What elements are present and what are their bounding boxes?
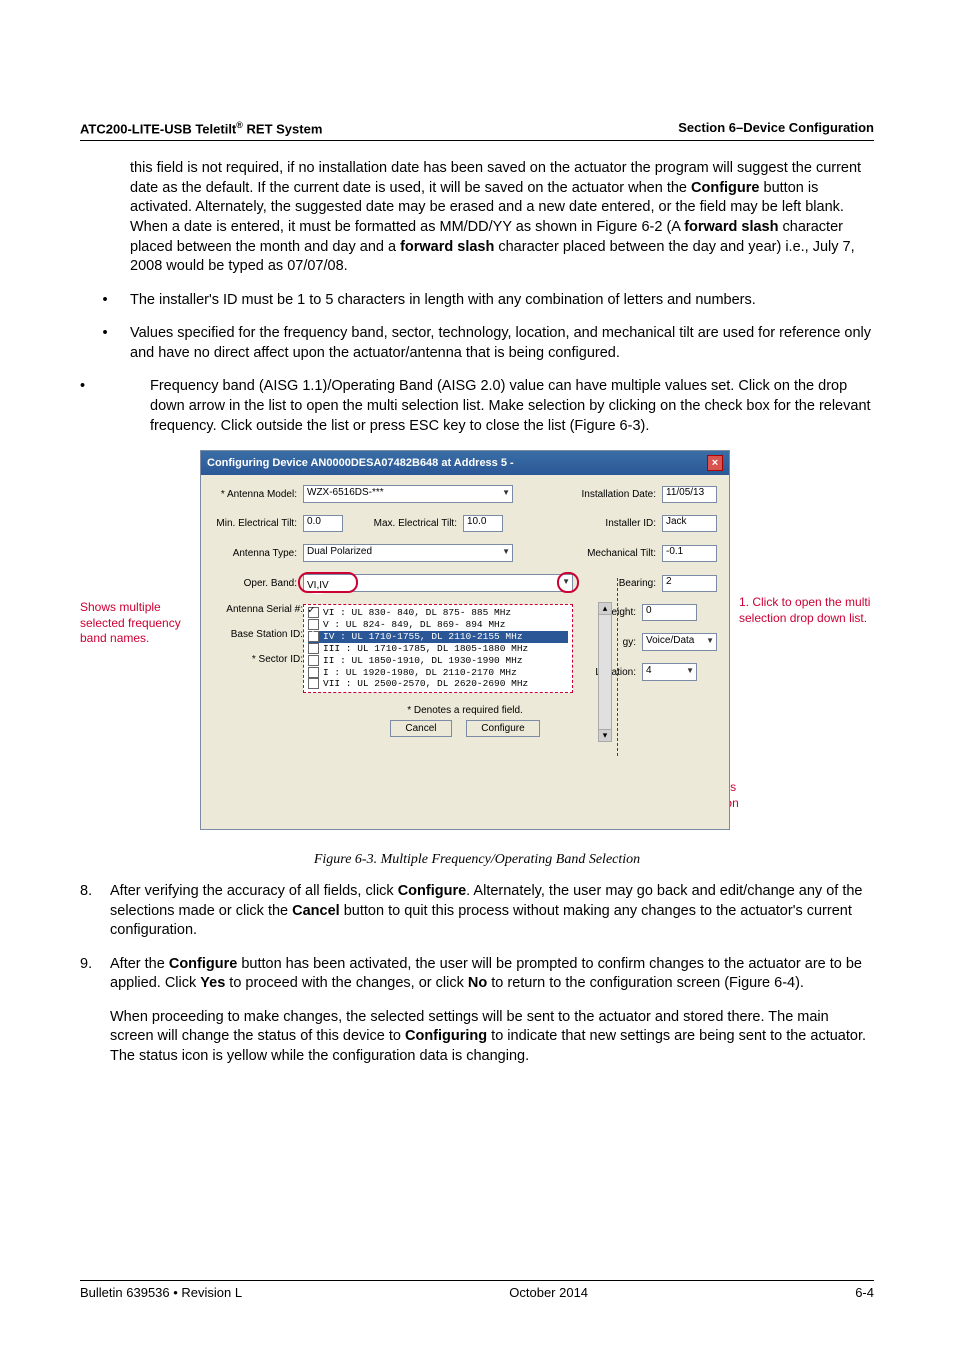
installer-id-input[interactable]: Jack bbox=[662, 515, 717, 532]
freq-checkbox[interactable] bbox=[308, 667, 319, 678]
footer-right: 6-4 bbox=[855, 1285, 874, 1300]
bullet-installer-id: • The installer's ID must be 1 to 5 char… bbox=[80, 291, 874, 311]
antenna-model-select[interactable]: WZX-6516DS-*** bbox=[303, 485, 513, 503]
annotation-click-to-open: 1. Click to open the multi selection dro… bbox=[739, 595, 874, 626]
scrollbar[interactable] bbox=[598, 602, 612, 742]
configure-button[interactable]: Configure bbox=[466, 720, 539, 737]
freq-option-label: VII : UL 2500-2570, DL 2620-2690 MHz bbox=[323, 678, 528, 689]
label-install-date: Installation Date: bbox=[577, 489, 662, 500]
label-base-station: Base Station ID: bbox=[213, 629, 303, 640]
cancel-button[interactable]: Cancel bbox=[390, 720, 451, 737]
freq-checkbox[interactable] bbox=[308, 607, 319, 618]
freq-option-label: IV : UL 1710-1755, DL 2110-2155 MHz bbox=[323, 631, 523, 642]
label-min-tilt: Min. Electrical Tilt: bbox=[213, 518, 303, 529]
header-left: ATC200-LITE-USB Teletilt® RET System bbox=[80, 120, 322, 136]
header-right: Section 6–Device Configuration bbox=[678, 120, 874, 136]
label-gy: gy: bbox=[582, 637, 642, 648]
highlight-oper-band-value bbox=[298, 572, 358, 593]
label-installer-id: Installer ID: bbox=[577, 518, 662, 529]
bullet-reference-values: • Values specified for the frequency ban… bbox=[80, 324, 874, 363]
label-antenna-model: * Antenna Model: bbox=[213, 489, 303, 500]
bearing-input[interactable]: 2 bbox=[662, 575, 717, 592]
freq-option-label: I : UL 1920-1980, DL 2110-2170 MHz bbox=[323, 667, 517, 678]
footer-rule bbox=[80, 1280, 874, 1281]
label-antenna-serial: Antenna Serial #: bbox=[213, 604, 303, 615]
install-date-input[interactable]: 11/05/13 bbox=[662, 486, 717, 503]
label-sector-id: * Sector ID: bbox=[213, 654, 303, 665]
label-antenna-type: Antenna Type: bbox=[213, 548, 303, 559]
figure-6-3: Shows multiple selected frequency band n… bbox=[80, 450, 874, 860]
height-input[interactable]: 0 bbox=[642, 604, 697, 621]
config-dialog: Configuring Device AN0000DESA07482B648 a… bbox=[200, 450, 730, 830]
label-mech-tilt: Mechanical Tilt: bbox=[577, 548, 662, 559]
freq-option[interactable]: II : UL 1850-1910, DL 1930-1990 MHz bbox=[308, 655, 568, 667]
annotation-shows-multiple: Shows multiple selected frequency band n… bbox=[80, 600, 205, 647]
label-location: Location: bbox=[582, 667, 642, 678]
freq-checkbox[interactable] bbox=[308, 631, 319, 642]
required-field-note: * Denotes a required field. bbox=[213, 705, 717, 716]
freq-option-label: III : UL 1710-1785, DL 1805-1880 MHz bbox=[323, 643, 528, 654]
footer-left: Bulletin 639536 • Revision L bbox=[80, 1285, 242, 1300]
gy-select[interactable]: Voice/Data bbox=[642, 633, 717, 651]
footer-center: October 2014 bbox=[509, 1285, 588, 1300]
freq-checkbox[interactable] bbox=[308, 643, 319, 654]
min-tilt-input[interactable]: 0.0 bbox=[303, 515, 343, 532]
highlight-oper-band-arrow bbox=[557, 572, 579, 593]
close-icon[interactable]: × bbox=[707, 455, 723, 471]
frequency-list[interactable]: VI : UL 830- 840, DL 875- 885 MHzV : UL … bbox=[303, 604, 573, 693]
freq-option[interactable]: I : UL 1920-1980, DL 2110-2170 MHz bbox=[308, 667, 568, 679]
freq-option[interactable]: VI : UL 830- 840, DL 875- 885 MHz bbox=[308, 607, 568, 619]
paragraph-continuation: this field is not required, if no instal… bbox=[130, 159, 874, 276]
freq-checkbox[interactable] bbox=[308, 655, 319, 666]
freq-option-label: V : UL 824- 849, DL 869- 894 MHz bbox=[323, 619, 505, 630]
paragraph-configuring-status: When proceeding to make changes, the sel… bbox=[110, 1008, 874, 1067]
location-select[interactable]: 4 bbox=[642, 663, 697, 681]
freq-option[interactable]: V : UL 824- 849, DL 869- 894 MHz bbox=[308, 619, 568, 631]
label-bearing: Bearing: bbox=[602, 578, 662, 589]
step-9: 9. After the Configure button has been a… bbox=[80, 955, 874, 994]
label-height: Height: bbox=[582, 607, 642, 618]
header-rule bbox=[80, 140, 874, 141]
bullet-frequency-band: • Frequency band (AISG 1.1)/Operating Ba… bbox=[100, 377, 874, 436]
antenna-type-select[interactable]: Dual Polarized bbox=[303, 544, 513, 562]
label-oper-band: Oper. Band: bbox=[213, 578, 303, 589]
freq-option[interactable]: IV : UL 1710-1755, DL 2110-2155 MHz bbox=[308, 631, 568, 643]
freq-option-label: II : UL 1850-1910, DL 1930-1990 MHz bbox=[323, 655, 523, 666]
red-guideline-right bbox=[617, 578, 618, 756]
mech-tilt-input[interactable]: -0.1 bbox=[662, 545, 717, 562]
step-8: 8. After verifying the accuracy of all f… bbox=[80, 882, 874, 941]
freq-checkbox[interactable] bbox=[308, 678, 319, 689]
freq-option-label: VI : UL 830- 840, DL 875- 885 MHz bbox=[323, 607, 511, 618]
label-max-tilt: Max. Electrical Tilt: bbox=[373, 518, 463, 529]
freq-option[interactable]: VII : UL 2500-2570, DL 2620-2690 MHz bbox=[308, 678, 568, 690]
dialog-titlebar: Configuring Device AN0000DESA07482B648 a… bbox=[201, 451, 729, 475]
freq-option[interactable]: III : UL 1710-1785, DL 1805-1880 MHz bbox=[308, 643, 568, 655]
max-tilt-input[interactable]: 10.0 bbox=[463, 515, 503, 532]
